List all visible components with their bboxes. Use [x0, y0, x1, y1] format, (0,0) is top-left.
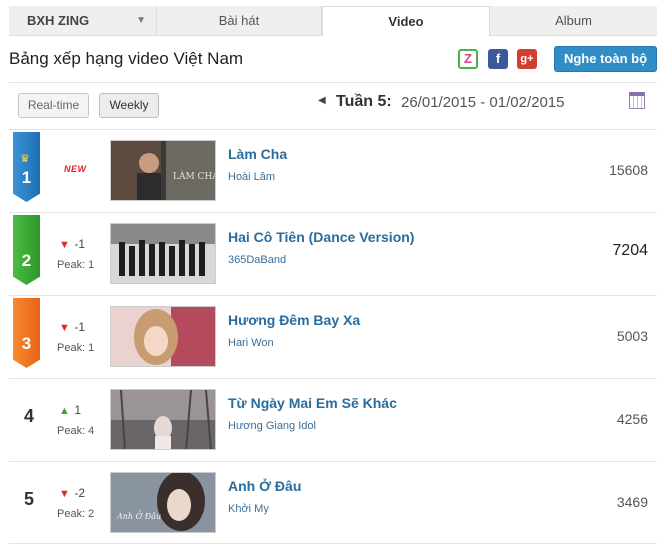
song-title[interactable]: Hai Cô Tiên (Dance Version)	[228, 229, 414, 245]
chart-row: ♛ 1 NEW LÀM CHA Làm Cha Hoài Lâm 15608	[9, 129, 657, 212]
artist-name[interactable]: Hoài Lâm	[228, 171, 275, 183]
facebook-share-icon[interactable]: f	[488, 49, 508, 69]
week-range: 26/01/2015 - 01/02/2015	[401, 94, 565, 111]
rank-badge	[13, 298, 40, 368]
rank-change: ▼ -1	[59, 320, 85, 334]
divider	[9, 82, 657, 83]
rank-change-value: -1	[74, 237, 86, 251]
view-count: 4256	[616, 411, 648, 427]
song-title[interactable]: Từ Ngày Mai Em Sẽ Khác	[228, 395, 397, 411]
song-title[interactable]: Anh Ở Đâu	[228, 478, 301, 494]
rank-change-value: -1	[74, 320, 86, 334]
video-thumbnail[interactable]: LÀM CHA	[110, 140, 216, 201]
rank-number: 2	[21, 251, 32, 270]
rank-number: 4	[23, 406, 34, 426]
calendar-icon[interactable]	[629, 92, 645, 109]
rank-change: ▼ -1	[59, 237, 85, 251]
google-plus-share-icon[interactable]: g+	[517, 49, 537, 69]
view-count: 3469	[616, 494, 648, 510]
crown-icon: ♛	[20, 153, 30, 165]
view-count: 7204	[612, 242, 648, 259]
tab-songs[interactable]: Bài hát	[157, 6, 322, 36]
artist-name[interactable]: 365DaBand	[228, 254, 286, 266]
rank-change-value: 1	[74, 403, 82, 417]
rank-number: 3	[21, 334, 32, 353]
artist-name[interactable]: Hari Won	[228, 337, 274, 349]
peak-position: Peak: 4	[57, 425, 95, 437]
thumbnail-image-icon	[111, 390, 215, 449]
thumbnail-image-icon	[111, 307, 215, 366]
thumbnail-image-icon: Anh Ở Đâu	[111, 473, 215, 532]
thumbnail-image-icon	[111, 224, 215, 283]
tab-video[interactable]: Video	[322, 6, 490, 37]
rank-number: 5	[23, 489, 34, 509]
tab-bar: BXH ZING ▼ Bài hát Video Album	[9, 6, 657, 37]
video-thumbnail[interactable]	[110, 306, 216, 367]
rank-badge	[13, 215, 40, 285]
view-count: 15608	[609, 162, 648, 178]
arrow-down-icon: ▼	[59, 239, 70, 251]
peak-position: Peak: 1	[57, 342, 95, 354]
tab-chart-label: BXH ZING	[27, 13, 90, 28]
artist-name[interactable]: Khởi My	[228, 503, 269, 515]
weekly-button[interactable]: Weekly	[99, 93, 159, 118]
realtime-button[interactable]: Real-time	[18, 93, 89, 118]
rank-change: ▼ -2	[59, 486, 85, 500]
previous-week-icon[interactable]: ◀	[318, 95, 326, 106]
thumbnail-caption: Anh Ở Đâu	[116, 511, 161, 521]
rank-change-value: -2	[74, 486, 86, 500]
page-title: Bảng xếp hạng video Việt Nam	[9, 49, 244, 68]
arrow-up-icon: ▲	[59, 405, 70, 417]
rank-number: 1	[21, 168, 32, 187]
play-all-button[interactable]: Nghe toàn bộ	[554, 46, 657, 72]
chart-row: 5 ▼ -2 Peak: 2 Anh Ở Đâu Anh Ở Đâu Khởi …	[9, 461, 657, 544]
chart-row: 3 ▼ -1 Peak: 1 Hương Đêm Bay Xa Hari Won…	[9, 295, 657, 378]
song-title[interactable]: Làm Cha	[228, 146, 287, 162]
peak-position: Peak: 2	[57, 508, 95, 520]
rank-change: ▲ 1	[59, 403, 81, 417]
video-thumbnail[interactable]	[110, 389, 216, 450]
tab-chart-dropdown[interactable]: BXH ZING ▼	[9, 6, 157, 36]
tab-album[interactable]: Album	[490, 6, 657, 36]
peak-position: Peak: 1	[57, 259, 95, 271]
chart-row: 2 ▼ -1 Peak: 1 Hai Cô Tiên (Dance Versio…	[9, 212, 657, 295]
chevron-down-icon: ▼	[136, 15, 146, 26]
artist-name[interactable]: Hương Giang Idol	[228, 420, 316, 432]
arrow-down-icon: ▼	[59, 488, 70, 500]
video-thumbnail[interactable]: Anh Ở Đâu	[110, 472, 216, 533]
view-count: 5003	[616, 328, 648, 344]
rank-badge	[13, 132, 40, 202]
new-badge: NEW	[64, 164, 87, 174]
chart-row: 4 ▲ 1 Peak: 4 Từ Ngày Mai Em Sẽ Khác Hươ…	[9, 378, 657, 461]
thumbnail-image-icon: LÀM CHA	[111, 141, 216, 200]
week-label: Tuần 5:	[336, 93, 392, 110]
arrow-down-icon: ▼	[59, 322, 70, 334]
song-title[interactable]: Hương Đêm Bay Xa	[228, 312, 360, 328]
video-thumbnail[interactable]	[110, 223, 216, 284]
thumbnail-caption: LÀM CHA	[173, 170, 216, 182]
zing-share-icon[interactable]: Z	[458, 49, 478, 69]
